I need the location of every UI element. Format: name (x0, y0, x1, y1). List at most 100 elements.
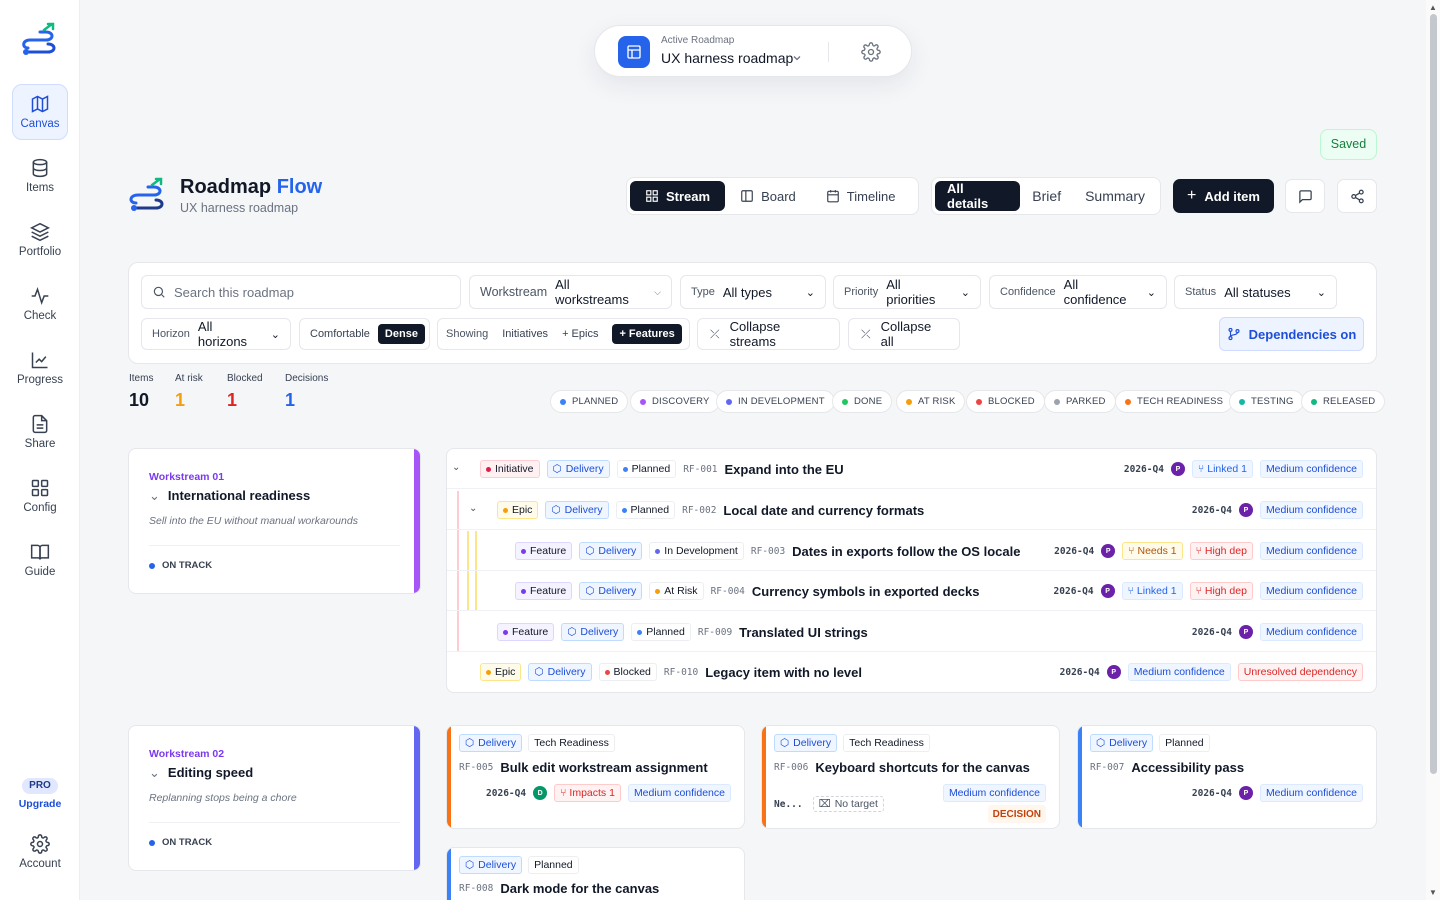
legend-chip-released[interactable]: RELEASED (1301, 390, 1386, 413)
detail-all-button[interactable]: All details (935, 181, 1021, 211)
item-title[interactable]: Currency symbols in exported decks (752, 584, 980, 599)
scroll-up-icon[interactable]: ▲ (1429, 3, 1437, 12)
type-label: Initiative (495, 463, 534, 475)
share-button[interactable] (1337, 179, 1377, 213)
roadmap-selector[interactable]: Active Roadmap UX harness roadmap (594, 25, 912, 77)
item-title[interactable]: Keyboard shortcuts for the canvas (815, 760, 1030, 775)
priority-filter[interactable]: Priority All priorities ⌄ (833, 275, 981, 309)
item-card[interactable]: ⬡ Delivery Tech Readiness RF-005 Bulk edi… (446, 725, 745, 829)
detail-summary-button[interactable]: Summary (1073, 181, 1157, 211)
tree-row[interactable]: ⌄ Epic ⬡ Delivery Planned RF-002 Local da… (447, 490, 1376, 530)
stat-label: At risk (175, 373, 203, 384)
item-code: RF-001 (683, 463, 718, 475)
app-logo[interactable] (20, 22, 60, 60)
sidebar-item-check[interactable]: Check (12, 276, 68, 332)
sidebar-item-progress[interactable]: Progress (12, 340, 68, 396)
legend-chip-in-development[interactable]: IN DEVELOPMENT (716, 390, 835, 413)
sidebar-item-canvas[interactable]: Canvas (12, 84, 68, 140)
showing-features[interactable]: + Features (612, 324, 682, 344)
collapse-streams-button[interactable]: ⤫ Collapse streams (697, 318, 840, 350)
item-title[interactable]: Translated UI strings (739, 625, 868, 640)
linked-badge[interactable]: ⑂ Linked 1 (1121, 582, 1183, 600)
legend-chip-planned[interactable]: PLANNED (550, 390, 629, 413)
horizon-filter[interactable]: Horizon All horizons ⌄ (141, 318, 291, 350)
collapse-all-label: Collapse all (880, 319, 932, 349)
branch-icon: ⑂ (1128, 545, 1135, 557)
detail-brief-button[interactable]: Brief (1020, 181, 1073, 211)
showing-initiatives[interactable]: Initiatives (502, 328, 548, 340)
confidence-wrap: Medium confidence (942, 784, 1046, 802)
tree-row[interactable]: Feature ⬡ Delivery At Risk RF-004 Currenc… (447, 571, 1376, 611)
tree-row[interactable]: Feature ⬡ Delivery Planned RF-009 Transla… (447, 612, 1376, 652)
item-quarter: 2026-Q4 (486, 787, 527, 799)
chevron-down-icon[interactable]: ⌄ (469, 503, 477, 514)
item-title[interactable]: Dark mode for the canvas (500, 881, 659, 896)
confidence-badge: Medium confidence (1259, 501, 1363, 519)
page-scrollbar[interactable]: ▲ ▼ (1426, 0, 1440, 900)
item-title[interactable]: Bulk edit workstream assignment (500, 760, 707, 775)
sidebar-item-portfolio[interactable]: Portfolio (12, 212, 68, 268)
legend-chip-discovery[interactable]: DISCOVERY (630, 390, 720, 413)
workstream-title[interactable]: ⌄ International readiness (149, 488, 310, 504)
tree-row[interactable]: ⌄ Initiative ⬡ Delivery Planned RF-001 Ex… (447, 449, 1376, 489)
sidebar-item-account[interactable]: Account (12, 824, 68, 880)
add-item-button[interactable]: + Add item (1173, 179, 1274, 213)
item-title[interactable]: Legacy item with no level (705, 665, 862, 680)
avatar: P (1238, 786, 1253, 800)
no-target-badge[interactable]: ⌧ No target (812, 796, 884, 812)
item-card[interactable]: ⬡ Delivery Tech Readiness RF-006 Keyboard… (761, 725, 1060, 829)
stat-value: 1 (175, 390, 186, 410)
density-comfortable[interactable]: Comfortable (310, 328, 370, 340)
legend-chip-tech-readiness[interactable]: TECH READINESS (1115, 390, 1234, 413)
sidebar-item-items[interactable]: Items (12, 148, 68, 204)
chevron-down-icon[interactable] (791, 52, 803, 64)
comments-button[interactable] (1285, 179, 1325, 213)
tree-row[interactable]: Epic ⬡ Delivery Blocked RF-010 Legacy ite… (447, 652, 1376, 692)
item-title[interactable]: Dates in exports follow the OS locale (792, 544, 1020, 559)
item-card[interactable]: ⬡ Delivery Planned RF-007 Accessibility p… (1077, 725, 1377, 829)
dependencies-toggle[interactable]: Dependencies on (1219, 317, 1364, 351)
item-title[interactable]: Expand into the EU (725, 462, 844, 477)
collapse-icon: ⤫ (710, 326, 720, 341)
workstream-card[interactable]: Workstream 01 ⌄ International readiness S… (128, 448, 421, 594)
collapse-all-button[interactable]: ⤫ Collapse all (848, 318, 960, 350)
legend-chip-parked[interactable]: PARKED (1044, 390, 1116, 413)
workstream-filter[interactable]: Workstream All workstreams ⌵ (469, 275, 672, 309)
density-dense[interactable]: Dense (377, 324, 425, 344)
workstream-card[interactable]: Workstream 02 ⌄ Editing speed Replanning … (128, 725, 421, 871)
chevron-down-icon[interactable]: ⌄ (149, 488, 160, 503)
item-title[interactable]: Accessibility pass (1131, 760, 1244, 775)
settings-gear-icon[interactable] (861, 42, 881, 62)
scrollbar-thumb[interactable] (1430, 14, 1437, 774)
item-card[interactable]: ⬡ Delivery Planned RF-008 Dark mode for t… (446, 847, 745, 900)
item-title[interactable]: Local date and currency formats (723, 503, 924, 518)
view-board-button[interactable]: Board (725, 181, 811, 211)
view-stream-button[interactable]: Stream (630, 181, 726, 211)
legend-chip-at-risk[interactable]: AT RISK (896, 390, 966, 413)
scroll-down-icon[interactable]: ▼ (1429, 888, 1437, 897)
sidebar-item-guide[interactable]: Guide (12, 532, 68, 588)
showing-epics[interactable]: + Epics (562, 328, 598, 340)
sidebar-item-config[interactable]: Config (12, 468, 68, 524)
needs-badge[interactable]: ⑂ Needs 1 (1122, 542, 1183, 560)
legend-chip-done[interactable]: DONE (832, 390, 893, 413)
chevron-down-icon[interactable]: ⌄ (452, 462, 460, 473)
active-roadmap-name[interactable]: UX harness roadmap (661, 50, 793, 66)
linked-badge[interactable]: ⑂ Linked 1 (1191, 460, 1253, 478)
search-input[interactable]: Search this roadmap (141, 275, 461, 309)
legend-chip-blocked[interactable]: BLOCKED (966, 390, 1045, 413)
filter-value: All types (722, 284, 772, 300)
status-filter[interactable]: Status All statuses ⌄ (1174, 275, 1337, 309)
confidence-filter[interactable]: Confidence All confidence ⌄ (989, 275, 1167, 309)
workstream-title[interactable]: ⌄ Editing speed (149, 765, 253, 781)
type-filter[interactable]: Type All types ⌄ (680, 275, 826, 309)
team-badge: ⬡ Delivery (561, 623, 625, 641)
tree-row[interactable]: Feature ⬡ Delivery In Development RF-003 … (447, 531, 1376, 571)
legend-chip-testing[interactable]: TESTING (1229, 390, 1304, 413)
box-icon: ⬡ (567, 626, 577, 638)
view-timeline-button[interactable]: Timeline (811, 181, 911, 211)
impacts-badge[interactable]: ⑂ Impacts 1 (554, 784, 621, 802)
upgrade-link[interactable]: Upgrade (0, 798, 80, 810)
sidebar-item-share[interactable]: Share (12, 404, 68, 460)
chevron-down-icon[interactable]: ⌄ (149, 765, 160, 780)
